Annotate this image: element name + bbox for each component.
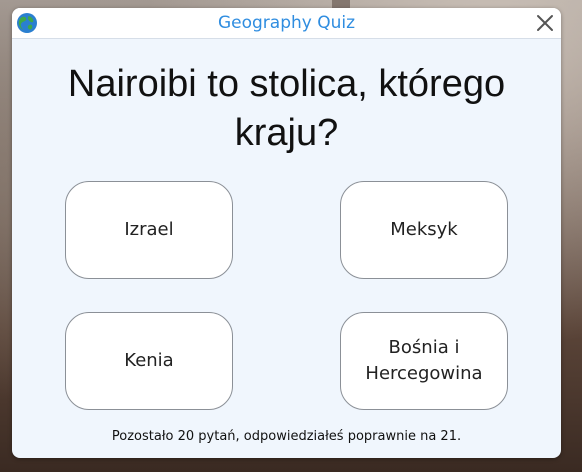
- answer-button-2[interactable]: Meksyk: [340, 181, 508, 279]
- answer-button-3[interactable]: Kenia: [65, 312, 233, 410]
- title-bar: Geography Quiz: [12, 8, 561, 39]
- quiz-window: Geography Quiz Nairoibi to stolica, któr…: [12, 8, 561, 458]
- window-title: Geography Quiz: [217, 13, 356, 33]
- status-text: Pozostało 20 pytań, odpowiedziałeś popra…: [111, 429, 462, 444]
- answer-button-4[interactable]: Bośnia i Hercegowina: [340, 312, 508, 410]
- close-icon[interactable]: [533, 11, 557, 35]
- question-text: Nairoibi to stolica, którego kraju?: [67, 63, 506, 154]
- answer-button-1[interactable]: Izrael: [65, 181, 233, 279]
